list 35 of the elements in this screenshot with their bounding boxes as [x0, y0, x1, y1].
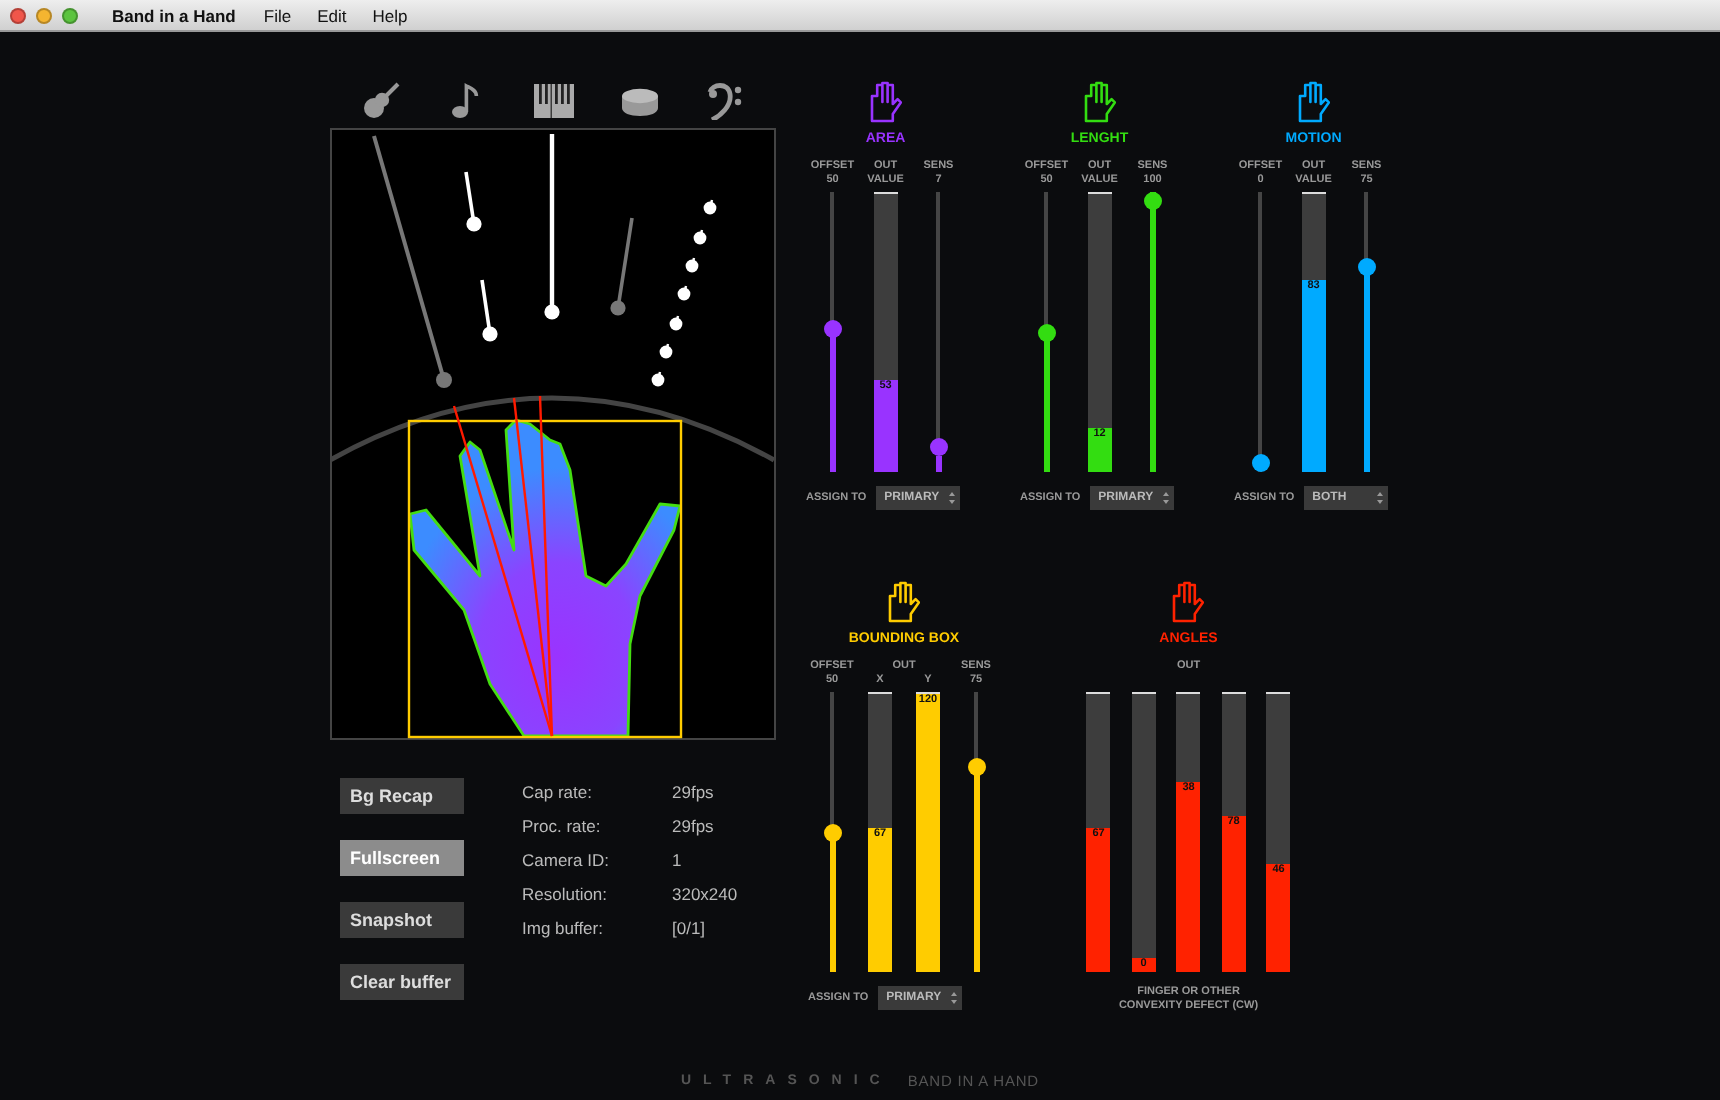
app-name[interactable]: Band in a Hand [112, 5, 236, 25]
slider-handle[interactable] [1143, 192, 1162, 210]
stat-label: Cap rate: [522, 781, 594, 801]
slider-handle[interactable] [1357, 257, 1376, 276]
menu-item[interactable]: Help [372, 5, 408, 25]
toolbar-button[interactable]: Snapshot [340, 902, 464, 938]
zoom-button[interactable] [62, 7, 78, 23]
stat-label: Proc. rate: [522, 815, 603, 835]
spinner-arrows-icon [1376, 490, 1385, 506]
slider-handle[interactable] [967, 757, 985, 776]
menu-item[interactable]: Edit [317, 5, 347, 25]
stat-value: 1 [672, 849, 684, 869]
stat-label: Camera ID: [522, 849, 611, 869]
toolbar-button[interactable]: Clear buffer [340, 964, 464, 1000]
menu-item[interactable]: File [263, 5, 292, 25]
toolbar-button[interactable]: Bg Recap [340, 778, 464, 814]
stat-value: 29fps [672, 815, 716, 835]
spinner-arrows-icon [948, 490, 957, 506]
slider-handle[interactable] [823, 320, 842, 339]
stat-value: 320x240 [672, 883, 738, 903]
bass-clef-icon[interactable] [705, 80, 745, 120]
stat-label: Img buffer: [522, 917, 605, 937]
minimize-button[interactable] [36, 7, 52, 23]
stat-value: 29fps [672, 781, 716, 801]
stat-value: [0/1] [672, 917, 708, 937]
slider-handle[interactable] [823, 823, 841, 841]
close-button[interactable] [10, 7, 26, 23]
slider-handle[interactable] [1037, 323, 1056, 341]
spinner-arrows-icon [950, 990, 959, 1006]
piano-keys-icon[interactable] [533, 80, 573, 120]
slider-handle[interactable] [929, 438, 948, 457]
slider-handle[interactable] [1251, 454, 1270, 472]
spinner-arrows-icon [1162, 490, 1171, 506]
stat-label: Resolution: [522, 883, 610, 903]
guitar-icon[interactable] [361, 80, 401, 120]
